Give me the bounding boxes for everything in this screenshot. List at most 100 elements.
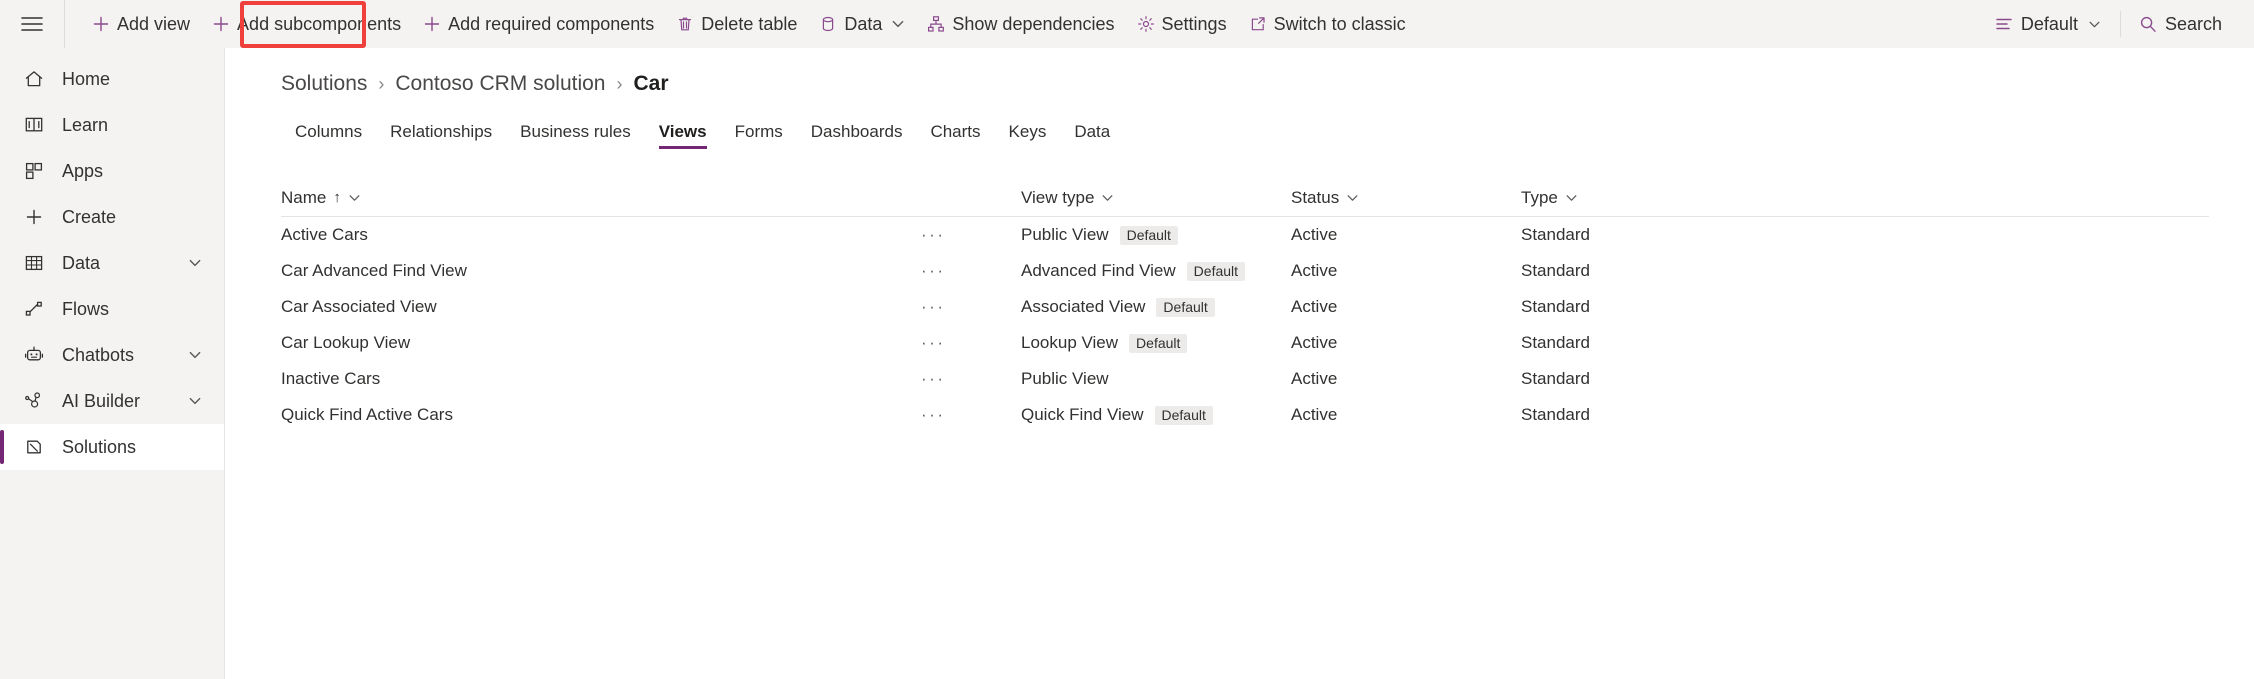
table-header-cell: Status <box>1291 188 1521 208</box>
table-body: Active Cars···Public ViewDefaultActiveSt… <box>281 217 2209 433</box>
chevron-down-icon <box>891 17 905 31</box>
table-row[interactable]: Car Advanced Find View··· Advanced Find V… <box>281 253 2209 289</box>
row-overflow-menu-cell: ··· <box>921 405 1021 425</box>
cell-name[interactable]: Inactive Cars <box>281 369 921 389</box>
database-icon <box>819 15 837 33</box>
chevron-down-icon[interactable] <box>188 394 202 408</box>
hamburger-menu-icon[interactable] <box>0 0 64 48</box>
open-external-icon <box>1249 15 1267 33</box>
view-selector-button[interactable]: Default <box>1981 0 2116 48</box>
view-type-label: Advanced Find View <box>1021 261 1176 281</box>
chevron-down-icon[interactable] <box>188 256 202 270</box>
home-icon <box>22 67 46 91</box>
sidebar-item-learn[interactable]: Learn <box>0 102 224 148</box>
column-header-view-type[interactable]: View type <box>1021 188 1291 208</box>
command-add-subcomponents[interactable]: Add subcomponents <box>201 0 412 48</box>
command-delete-table[interactable]: Delete table <box>665 0 808 48</box>
table-row[interactable]: Car Lookup View···Lookup ViewDefaultActi… <box>281 325 2209 361</box>
view-type-label: Lookup View <box>1021 333 1118 353</box>
tab-data[interactable]: Data <box>1060 113 1124 151</box>
column-header-label: Type <box>1521 188 1558 208</box>
sidebar-item-apps[interactable]: Apps <box>0 148 224 194</box>
cell-type: Standard <box>1521 297 1721 317</box>
search-label: Search <box>2165 14 2222 35</box>
tab-keys[interactable]: Keys <box>995 113 1061 151</box>
breadcrumb: Solutions›Contoso CRM solution›Car <box>281 65 2254 103</box>
chevron-down-icon[interactable] <box>188 348 202 362</box>
tab-views[interactable]: Views <box>645 113 721 151</box>
command-data[interactable]: Data <box>808 0 916 48</box>
tab-charts[interactable]: Charts <box>916 113 994 151</box>
row-more-options-icon[interactable]: ··· <box>921 405 945 425</box>
sidebar-item-ai-builder[interactable]: AI Builder <box>0 378 224 424</box>
cell-name[interactable]: Car Advanced Find View <box>281 261 921 281</box>
row-more-options-icon[interactable]: ··· <box>921 333 945 353</box>
chevron-down-icon[interactable] <box>1346 191 1359 204</box>
sidebar-item-chatbots[interactable]: Chatbots <box>0 332 224 378</box>
chevron-down-icon <box>2088 17 2102 31</box>
breadcrumb-link[interactable]: Solutions <box>281 72 367 96</box>
command-label: Show dependencies <box>952 14 1114 35</box>
table-icon <box>22 251 46 275</box>
sidebar-item-label: Solutions <box>62 437 136 458</box>
cell-type: Standard <box>1521 405 1721 425</box>
row-more-options-icon[interactable]: ··· <box>921 225 945 245</box>
sidebar-item-create[interactable]: Create <box>0 194 224 240</box>
table-row[interactable]: Inactive Cars···Public ViewActiveStandar… <box>281 361 2209 397</box>
top-command-bar: Add view Add subcomponentsAdd required co… <box>0 0 2254 48</box>
row-more-options-icon[interactable]: ··· <box>921 297 945 317</box>
column-header-type[interactable]: Type <box>1521 188 1721 208</box>
view-type-label: Public View <box>1021 225 1109 245</box>
ai-builder-icon <box>22 389 46 413</box>
command-label: Switch to classic <box>1274 14 1406 35</box>
command-label: Data <box>844 14 882 35</box>
table-row[interactable]: Active Cars···Public ViewDefaultActiveSt… <box>281 217 2209 253</box>
cell-name[interactable]: Active Cars <box>281 225 921 245</box>
table-row[interactable]: Quick Find Active Cars···Quick Find View… <box>281 397 2209 433</box>
tab-columns[interactable]: Columns <box>281 113 376 151</box>
chevron-down-icon[interactable] <box>1101 191 1114 204</box>
row-more-options-icon[interactable]: ··· <box>921 369 945 389</box>
cell-status: Active <box>1291 369 1521 389</box>
sidebar-item-solutions[interactable]: Solutions <box>0 424 224 470</box>
default-badge: Default <box>1129 334 1187 353</box>
tab-business-rules[interactable]: Business rules <box>506 113 645 151</box>
cell-status: Active <box>1291 297 1521 317</box>
default-badge: Default <box>1120 226 1178 245</box>
sidebar-item-label: Learn <box>62 115 108 136</box>
cell-name[interactable]: Car Lookup View <box>281 333 921 353</box>
row-more-options-icon[interactable]: ··· <box>921 261 945 281</box>
command-label: Delete table <box>701 14 797 35</box>
command-switch-to-classic[interactable]: Switch to classic <box>1238 0 1417 48</box>
tab-forms[interactable]: Forms <box>721 113 797 151</box>
row-overflow-menu-cell: ··· <box>921 297 1021 317</box>
column-header-name[interactable]: Name↑ <box>281 188 1021 208</box>
cell-name[interactable]: Quick Find Active Cars <box>281 405 921 425</box>
search-button[interactable]: Search <box>2125 0 2236 48</box>
chevron-down-icon[interactable] <box>1565 191 1578 204</box>
cell-name[interactable]: Car Associated View <box>281 297 921 317</box>
sidebar-item-flows[interactable]: Flows <box>0 286 224 332</box>
sidebar-item-data[interactable]: Data <box>0 240 224 286</box>
cell-view-type: Lookup View Default <box>1021 333 1291 353</box>
column-header-status[interactable]: Status <box>1291 188 1521 208</box>
view-selector-label: Default <box>2021 14 2078 35</box>
table-row[interactable]: Car Associated View···Associated ViewDef… <box>281 289 2209 325</box>
list-lines-icon <box>1995 15 2013 33</box>
command-label: Add view <box>117 14 190 35</box>
sidebar-item-label: AI Builder <box>62 391 140 412</box>
hierarchy-icon <box>927 15 945 33</box>
breadcrumb-link[interactable]: Contoso CRM solution <box>395 72 605 96</box>
column-header-label: Name <box>281 188 326 208</box>
chevron-down-icon[interactable] <box>348 191 361 204</box>
sidebar-item-home[interactable]: Home <box>0 56 224 102</box>
command-add-view[interactable]: Add view <box>81 0 201 48</box>
tab-dashboards[interactable]: Dashboards <box>797 113 917 151</box>
command-settings[interactable]: Settings <box>1126 0 1238 48</box>
command-show-dependencies[interactable]: Show dependencies <box>916 0 1125 48</box>
app-root: Add view Add subcomponentsAdd required co… <box>0 0 2254 679</box>
view-type-label: Public View <box>1021 369 1109 389</box>
command-add-required-components[interactable]: Add required components <box>412 0 665 48</box>
tab-relationships[interactable]: Relationships <box>376 113 506 151</box>
cell-status: Active <box>1291 261 1521 281</box>
